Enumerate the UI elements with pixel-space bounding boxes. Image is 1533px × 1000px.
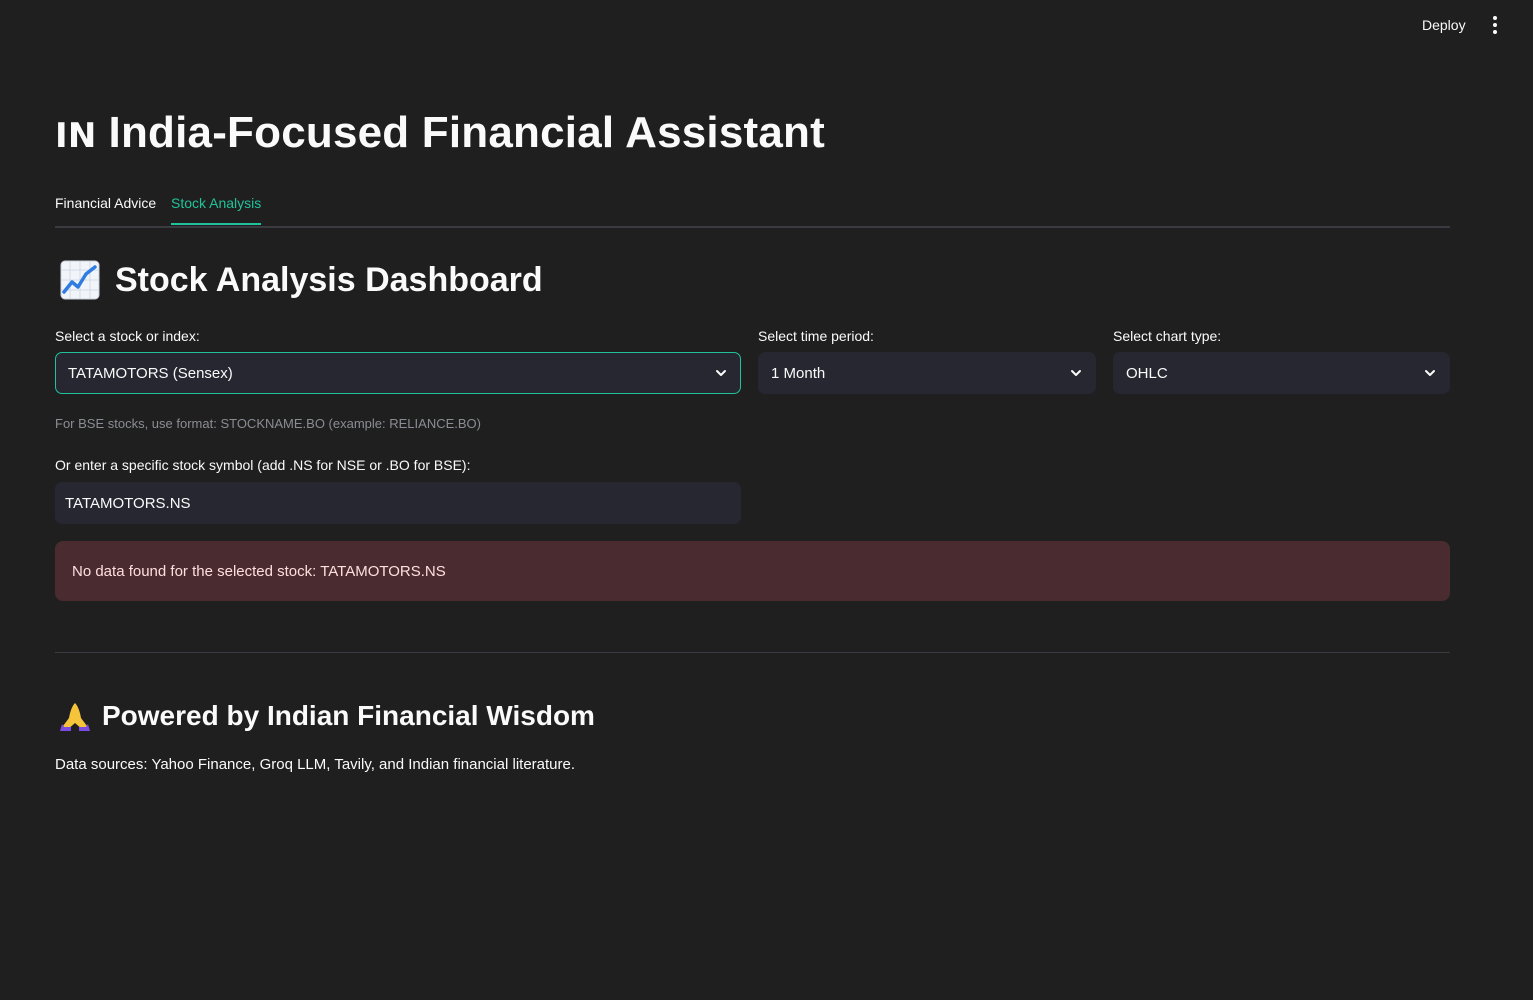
- symbol-input-label: Or enter a specific stock symbol (add .N…: [55, 457, 471, 473]
- chart-type-select[interactable]: OHLC: [1113, 352, 1450, 394]
- india-flag-icon: IN: [55, 116, 97, 156]
- symbol-input[interactable]: [55, 482, 741, 524]
- deploy-button[interactable]: Deploy: [1410, 12, 1478, 38]
- footer-heading: Powered by Indian Financial Wisdom: [58, 700, 595, 732]
- page-title: IN India-Focused Financial Assistant: [55, 108, 825, 158]
- tab-stock-analysis[interactable]: Stock Analysis: [171, 195, 262, 225]
- stock-select-label: Select a stock or index:: [55, 328, 200, 344]
- page-title-text: India-Focused Financial Assistant: [108, 108, 825, 157]
- period-select-value: 1 Month: [771, 364, 826, 382]
- divider: [55, 652, 1450, 653]
- error-message: No data found for the selected stock: TA…: [72, 562, 446, 580]
- period-select[interactable]: 1 Month: [758, 352, 1096, 394]
- stock-select[interactable]: TATAMOTORS (Sensex): [55, 352, 741, 394]
- dashboard-heading: Stock Analysis Dashboard: [60, 260, 543, 300]
- chart-type-select-label: Select chart type:: [1113, 328, 1222, 344]
- tab-bar: Financial Advice Stock Analysis: [55, 190, 1450, 228]
- kebab-menu-icon[interactable]: [1484, 13, 1506, 37]
- period-select-label: Select time period:: [758, 328, 874, 344]
- error-alert: No data found for the selected stock: TA…: [55, 541, 1450, 601]
- chevron-down-icon: [716, 370, 726, 376]
- app-page: Deploy IN India-Focused Financial Assist…: [0, 0, 1533, 1000]
- folded-hands-icon: [60, 703, 90, 731]
- tab-financial-advice[interactable]: Financial Advice: [55, 195, 156, 223]
- data-sources-text: Data sources: Yahoo Finance, Groq LLM, T…: [55, 756, 576, 773]
- chart-type-select-value: OHLC: [1126, 364, 1168, 382]
- bse-format-help-text: For BSE stocks, use format: STOCKNAME.BO…: [55, 416, 481, 431]
- chart-increasing-icon: [60, 260, 100, 300]
- chevron-down-icon: [1071, 370, 1081, 376]
- chevron-down-icon: [1425, 370, 1435, 376]
- footer-title: Powered by Indian Financial Wisdom: [102, 700, 595, 731]
- dashboard-title: Stock Analysis Dashboard: [115, 260, 543, 299]
- stock-select-value: TATAMOTORS (Sensex): [68, 364, 233, 382]
